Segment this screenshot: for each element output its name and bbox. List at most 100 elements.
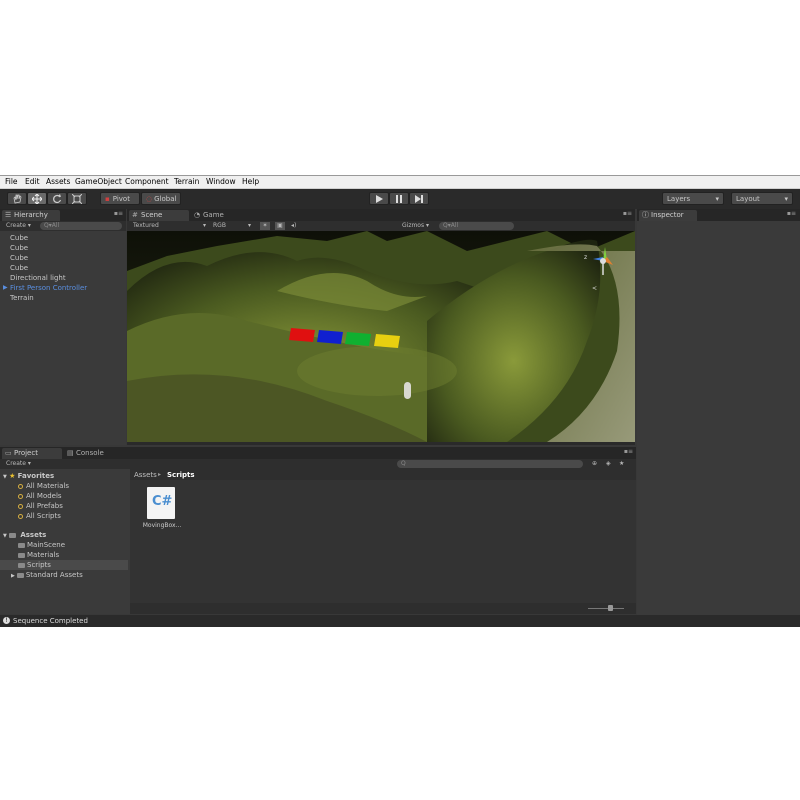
search-icon: Q bbox=[401, 460, 406, 467]
expand-arrow-icon[interactable]: ▶ bbox=[3, 284, 8, 291]
favorites-group[interactable]: ▼ ★ Favorites bbox=[0, 471, 128, 481]
scene-search-input[interactable]: Q▾All bbox=[439, 222, 514, 230]
asset-tile[interactable]: C# MovingBox... bbox=[140, 487, 184, 533]
tab-game[interactable]: ◔ Game bbox=[191, 210, 241, 221]
zoom-slider-handle[interactable] bbox=[608, 605, 613, 611]
menu-edit[interactable]: Edit bbox=[25, 177, 40, 186]
star-icon: ★ bbox=[9, 472, 16, 480]
favorite-label: All Models bbox=[26, 492, 62, 500]
play-button[interactable] bbox=[369, 192, 389, 205]
layers-dropdown[interactable]: Layers ▾ bbox=[662, 192, 724, 205]
menu-file[interactable]: File bbox=[5, 177, 18, 186]
scale-tool-button[interactable] bbox=[67, 192, 87, 205]
menu-help[interactable]: Help bbox=[242, 177, 259, 186]
inspector-tab-label: Inspector bbox=[651, 211, 684, 219]
shading-mode-dropdown[interactable]: Textured bbox=[133, 222, 159, 230]
unity-editor-window: File Edit Assets GameObject Component Te… bbox=[0, 175, 800, 627]
console-icon: ▤ bbox=[67, 449, 74, 457]
folder-mainscene[interactable]: MainScene bbox=[0, 540, 128, 550]
scene-orientation-gizmo[interactable] bbox=[583, 243, 623, 283]
panel-menu-icon[interactable]: ▪≡ bbox=[624, 448, 633, 455]
panel-menu-icon[interactable]: ▪≡ bbox=[114, 210, 123, 217]
pivot-toggle[interactable]: ▪ Pivot bbox=[100, 192, 140, 205]
favorite-all-materials[interactable]: All Materials bbox=[0, 481, 128, 491]
hierarchy-item-first-person-controller[interactable]: First Person Controller bbox=[10, 284, 87, 292]
hand-tool-button[interactable] bbox=[7, 192, 27, 205]
folder-label: Standard Assets bbox=[25, 571, 83, 579]
green-cube[interactable] bbox=[345, 332, 371, 346]
project-folder-tree: ▼ ★ Favorites All Materials All Models A… bbox=[0, 469, 129, 614]
chevron-down-icon: ▾ bbox=[784, 194, 788, 203]
tab-project[interactable]: ▭ Project bbox=[2, 448, 62, 459]
hierarchy-item-cube[interactable]: Cube bbox=[10, 254, 28, 262]
favorite-all-prefabs[interactable]: All Prefabs bbox=[0, 501, 128, 511]
pause-button[interactable] bbox=[389, 192, 409, 205]
hierarchy-panel: ☰ Hierarchy ▪≡ Create ▾ Q▾All Cube Cube … bbox=[0, 209, 126, 445]
red-cube[interactable] bbox=[289, 328, 315, 342]
menu-window[interactable]: Window bbox=[206, 177, 236, 186]
render-mode-dropdown[interactable]: RGB bbox=[213, 222, 226, 230]
main-toolbar: ▪ Pivot ◌ Global Layers ▾ Layout ▾ bbox=[0, 189, 800, 209]
star-icon[interactable]: ★ bbox=[619, 460, 624, 468]
hierarchy-search-input[interactable]: Q▾All bbox=[40, 222, 122, 230]
scene-tabbar: # Scene ◔ Game ▪≡ bbox=[127, 209, 635, 221]
lighting-toggle-icon[interactable]: ✶ bbox=[260, 222, 270, 230]
gizmos-dropdown[interactable]: Gizmos ▾ bbox=[402, 222, 429, 230]
pause-icon bbox=[396, 194, 402, 203]
tab-inspector[interactable]: ⓘ Inspector bbox=[639, 210, 697, 221]
breadcrumb-assets[interactable]: Assets bbox=[134, 471, 157, 479]
project-search-input[interactable]: Q bbox=[397, 460, 583, 468]
folder-standard-assets[interactable]: ▶ Standard Assets bbox=[0, 570, 128, 580]
tab-hierarchy[interactable]: ☰ Hierarchy bbox=[2, 210, 60, 221]
project-create-dropdown[interactable]: Create ▾ bbox=[6, 460, 31, 468]
yellow-cube[interactable] bbox=[374, 334, 400, 348]
global-label: Global bbox=[154, 194, 177, 203]
globe-icon: ◌ bbox=[146, 194, 153, 203]
blue-cube[interactable] bbox=[317, 330, 343, 344]
grid-icon: # bbox=[132, 211, 138, 219]
scene-viewport[interactable]: z < bbox=[127, 231, 635, 442]
layout-dropdown[interactable]: Layout ▾ bbox=[731, 192, 793, 205]
menu-terrain[interactable]: Terrain bbox=[174, 177, 199, 186]
hierarchy-item-cube[interactable]: Cube bbox=[10, 244, 28, 252]
hierarchy-item-directional-light[interactable]: Directional light bbox=[10, 274, 66, 282]
axis-z-label: z bbox=[584, 254, 588, 261]
hierarchy-item-terrain[interactable]: Terrain bbox=[10, 294, 34, 302]
rotate-tool-button[interactable] bbox=[47, 192, 67, 205]
label-icon[interactable]: ◈ bbox=[606, 460, 611, 468]
hierarchy-item-cube[interactable]: Cube bbox=[10, 234, 28, 242]
favorite-all-models[interactable]: All Models bbox=[0, 491, 128, 501]
project-content-area: Assets ▸ Scripts C# MovingBox... bbox=[130, 469, 636, 614]
favorite-all-scripts[interactable]: All Scripts bbox=[0, 511, 128, 521]
menu-component[interactable]: Component bbox=[125, 177, 169, 186]
folder-icon: ▭ bbox=[5, 449, 12, 457]
filter-type-icon[interactable]: ⊕ bbox=[592, 460, 597, 468]
hierarchy-item-cube[interactable]: Cube bbox=[10, 264, 28, 272]
image-toggle-icon[interactable]: ▣ bbox=[275, 222, 285, 230]
favorite-label: All Materials bbox=[26, 482, 69, 490]
folder-materials[interactable]: Materials bbox=[0, 550, 128, 560]
scale-icon bbox=[72, 193, 82, 204]
move-tool-button[interactable] bbox=[27, 192, 47, 205]
lock-icon[interactable]: ▪≡ bbox=[787, 210, 796, 217]
tab-scene[interactable]: # Scene bbox=[129, 210, 189, 221]
play-icon bbox=[376, 194, 383, 203]
breadcrumb-scripts[interactable]: Scripts bbox=[167, 471, 195, 479]
panel-menu-icon[interactable]: ▪≡ bbox=[623, 210, 632, 217]
zoom-slider[interactable] bbox=[588, 608, 624, 609]
audio-toggle-icon[interactable]: ◂) bbox=[291, 222, 296, 230]
step-button[interactable] bbox=[409, 192, 429, 205]
folder-icon bbox=[18, 542, 25, 548]
info-icon: ⓘ bbox=[642, 211, 649, 219]
game-tab-label: Game bbox=[203, 211, 224, 219]
assets-group[interactable]: ▼ Assets bbox=[0, 530, 128, 540]
tab-console[interactable]: ▤ Console bbox=[64, 448, 118, 459]
folder-scripts[interactable]: Scripts bbox=[0, 560, 128, 570]
chevron-down-icon: ▾ bbox=[715, 194, 719, 203]
menu-gameobject[interactable]: GameObject bbox=[75, 177, 122, 186]
hierarchy-create-dropdown[interactable]: Create ▾ bbox=[6, 222, 31, 230]
first-person-controller-capsule[interactable] bbox=[404, 382, 411, 399]
chevron-down-icon: ▾ bbox=[248, 222, 252, 229]
menu-assets[interactable]: Assets bbox=[46, 177, 70, 186]
global-toggle[interactable]: ◌ Global bbox=[141, 192, 181, 205]
